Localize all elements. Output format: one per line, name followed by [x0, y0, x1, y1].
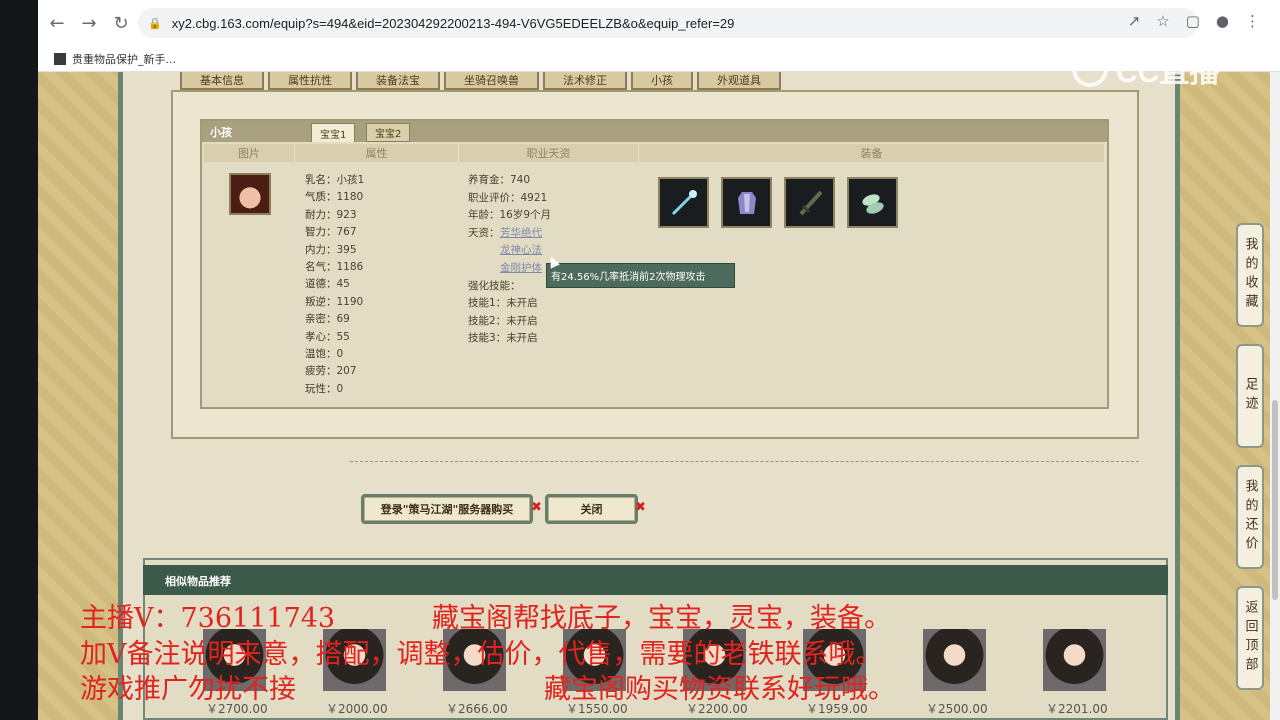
attr-row: 气质：1180: [305, 191, 364, 204]
col-attributes: 属性: [295, 144, 459, 162]
tab-equip[interactable]: 装备法宝: [356, 72, 440, 90]
talent-link-1[interactable]: 芳华绝代: [500, 225, 551, 243]
col-career: 职业天资: [459, 144, 639, 162]
attr-row: 孝心：55: [305, 330, 350, 343]
attr-row: 智力：767: [305, 226, 357, 239]
url-text: xy2.cbg.163.com/equip?s=494&eid=20230429…: [171, 15, 735, 31]
col-image: 图片: [204, 144, 295, 162]
recommended-item-price: ￥2666.00: [446, 702, 508, 716]
overlay-service-line: 藏宝阁帮找底子，宝宝，灵宝，装备。: [432, 603, 891, 634]
skill-row: 技能2：未开启: [468, 314, 538, 327]
attr-row: 叛逆：1190: [305, 295, 364, 308]
attr-row: 名气：1186: [305, 261, 364, 274]
address-bar-row: ← → ↻ 🔒 xy2.cbg.163.com/equip?s=494&eid=…: [38, 0, 1280, 46]
tab-kids[interactable]: 小孩: [631, 72, 693, 90]
detail-tabs: 基本信息 属性抗性 装备法宝 坐骑召唤兽 法术修正 小孩 外观道具: [180, 72, 781, 90]
tab-baby-1[interactable]: 宝宝1: [311, 123, 356, 142]
similar-items-header: [143, 565, 1168, 595]
career-talent-list: 养育金：740 职业评价：4921 年龄：16岁9个月 天资： 芳华绝代 龙神心…: [468, 172, 551, 348]
equip-slot-1[interactable]: [658, 177, 709, 228]
equip-slot-2[interactable]: [721, 177, 772, 228]
back-icon[interactable]: ←: [44, 10, 70, 36]
url-input[interactable]: 🔒 xy2.cbg.163.com/equip?s=494&eid=202304…: [138, 8, 1198, 38]
talent-row: 天资： 芳华绝代 龙神心法 金刚护体: [468, 225, 551, 278]
sidepanel-icon[interactable]: ▢: [1186, 12, 1200, 30]
talent-link-3[interactable]: 金刚护体: [500, 260, 551, 278]
bookmark-item[interactable]: 贵重物品保护_新手...: [72, 51, 176, 67]
tab-pets[interactable]: 坐骑召唤兽: [444, 72, 539, 90]
tab-spells[interactable]: 法术修正: [543, 72, 627, 90]
attr-row: 内力：395: [305, 243, 357, 256]
overlay-contact-line: 主播V：736111743: [80, 603, 336, 634]
my-favorites-button[interactable]: 我的收藏: [1236, 223, 1264, 327]
kid-panel-title: 小孩: [210, 126, 232, 139]
talent-tooltip: 有24.56%几率抵消前2次物理攻击: [546, 263, 735, 288]
attr-row: 耐力：923: [305, 208, 357, 221]
recommended-item-image[interactable]: [1043, 629, 1106, 691]
tab-resist[interactable]: 属性抗性: [268, 72, 352, 90]
attr-row: 亲密：69: [305, 313, 350, 326]
wand-icon: [671, 189, 697, 215]
tab-basic[interactable]: 基本信息: [180, 72, 264, 90]
tab-appearance[interactable]: 外观道具: [697, 72, 781, 90]
attribute-list: 乳名：小孩1 气质：1180 耐力：923 智力：767 内力：395 名气：1…: [305, 172, 364, 398]
skill-row: 强化技能：: [468, 279, 521, 292]
left-edge: [0, 0, 38, 720]
attr-row: 乳名：小孩1: [305, 174, 365, 186]
lock-icon: 🔒: [148, 17, 162, 30]
profile-icon[interactable]: ●: [1216, 12, 1229, 30]
overlay-note-line: 加V备注说明来意，搭配，调整，估价，代售，需要的老铁联系哦。: [80, 639, 883, 670]
login-buy-button[interactable]: 登录"策马江湖"服务器购买: [361, 494, 533, 524]
forward-icon[interactable]: →: [76, 10, 102, 36]
skill-row: 技能1：未开启: [468, 297, 538, 310]
share-icon[interactable]: ↗: [1128, 12, 1141, 30]
reload-icon[interactable]: ↻: [108, 10, 134, 36]
overlay-purchase-line: 藏宝阁购买物资联系好玩哦。: [544, 674, 895, 705]
bookmark-icon: [54, 52, 66, 65]
attr-row: 疲劳：207: [305, 365, 357, 378]
browser-toolbar: ↗ ☆ ▢ ● ⋮: [1128, 12, 1260, 30]
overlay-notice-line: 游戏推广勿扰不接: [80, 674, 296, 705]
talent-link-2[interactable]: 龙神心法: [500, 242, 551, 260]
recommended-item-image[interactable]: [923, 629, 986, 691]
menu-icon[interactable]: ⋮: [1245, 12, 1260, 30]
divider: [350, 461, 1139, 462]
recommended-item-price: ￥2500.00: [926, 702, 988, 716]
close-x-icon: ✖: [531, 500, 542, 515]
scrollbar-track[interactable]: [1270, 72, 1280, 720]
back-to-top-button[interactable]: 返回顶部: [1236, 586, 1264, 690]
recommended-item-price: ￥2000.00: [326, 702, 388, 716]
boots-icon: [861, 193, 884, 214]
recommended-item-price: ￥2201.00: [1046, 702, 1108, 716]
equip-slot-4[interactable]: [847, 177, 898, 228]
my-counteroffers-button[interactable]: 我的还价: [1236, 465, 1264, 569]
equip-slot-3[interactable]: [784, 177, 835, 228]
similar-items-title: 相似物品推荐: [165, 575, 231, 588]
footprint-button[interactable]: 足迹: [1236, 344, 1264, 448]
attr-row: 温饱：0: [305, 348, 344, 361]
col-equipment: 装备: [639, 144, 1105, 162]
tab-baby-2[interactable]: 宝宝2: [366, 123, 411, 142]
sword-icon: [799, 190, 822, 215]
watermark-logo-icon: [1072, 51, 1108, 87]
career-row: 职业评价：4921: [468, 191, 548, 204]
career-row: 养育金：740: [468, 174, 531, 186]
attr-row: 道德：45: [305, 278, 350, 291]
stream-watermark: CC直播: [1072, 48, 1242, 90]
robe-icon: [737, 191, 756, 214]
scrollbar-thumb[interactable]: [1272, 400, 1278, 600]
star-icon[interactable]: ☆: [1156, 12, 1169, 30]
kid-avatar: [229, 173, 271, 215]
close-x-icon: ✖: [635, 500, 646, 515]
close-button[interactable]: 关闭: [545, 494, 638, 524]
attr-row: 玩性：0: [305, 382, 344, 395]
career-row: 年龄：16岁9个月: [468, 209, 552, 222]
skill-row: 技能3：未开启: [468, 332, 538, 345]
